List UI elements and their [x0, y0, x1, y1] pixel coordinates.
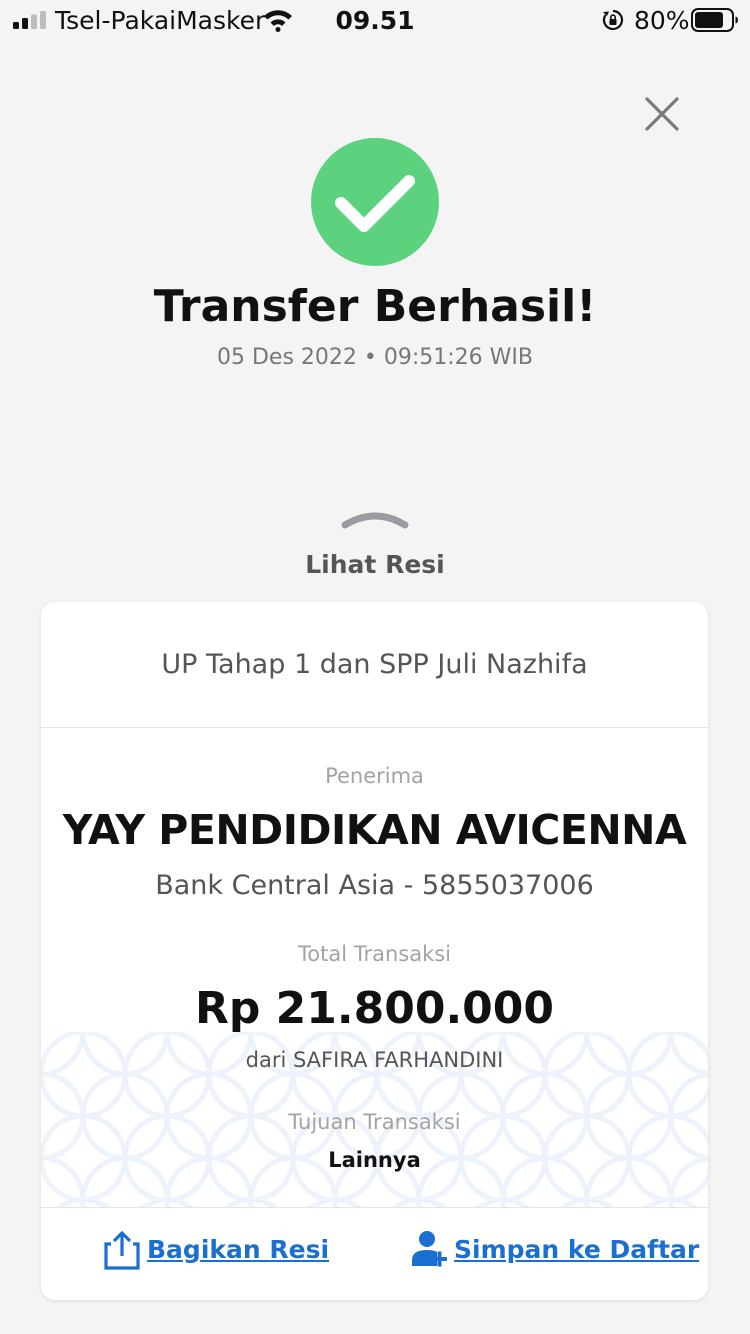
close-icon[interactable]	[640, 92, 684, 136]
total-amount: Rp 21.800.000	[194, 983, 555, 1034]
battery-percent: 80%	[634, 6, 690, 35]
recipient-name: YAY PENDIDIKAN AVICENNA	[62, 806, 687, 854]
check-circle-icon	[311, 138, 439, 266]
page-title: Transfer Berhasil!	[153, 281, 597, 332]
transfer-note: UP Tahap 1 dan SPP Juli Nazhifa	[161, 649, 588, 680]
share-receipt-button[interactable]: Bagikan Resi	[103, 1228, 329, 1272]
chevron-up-icon[interactable]	[340, 503, 410, 533]
recipient-bank-account: Bank Central Asia - 5855037006	[155, 870, 594, 901]
save-to-list-button[interactable]: Simpan ke Daftar	[410, 1228, 699, 1272]
share-receipt-label: Bagikan Resi	[147, 1235, 330, 1264]
divider	[41, 727, 708, 728]
share-icon	[104, 1230, 140, 1270]
divider	[41, 1207, 708, 1208]
sender-name: dari SAFIRA FARHANDINI	[245, 1048, 504, 1072]
status-bar: Tsel-PakaiMasker 09.51 80%	[0, 0, 750, 42]
receipt-card: UP Tahap 1 dan SPP Juli Nazhifa Penerima…	[41, 602, 708, 1300]
total-label: Total Transaksi	[297, 942, 452, 966]
purpose-label: Tujuan Transaksi	[288, 1110, 461, 1134]
purpose-value: Lainnya	[328, 1148, 421, 1172]
add-user-icon	[412, 1231, 447, 1267]
orientation-lock-icon	[602, 9, 624, 31]
transaction-datetime: 05 Des 2022 • 09:51:26 WIB	[216, 345, 533, 370]
battery-icon	[691, 8, 738, 32]
recipient-label: Penerima	[325, 764, 424, 788]
save-to-list-label: Simpan ke Daftar	[454, 1235, 700, 1264]
see-receipt-button[interactable]: Lihat Resi	[0, 549, 750, 581]
